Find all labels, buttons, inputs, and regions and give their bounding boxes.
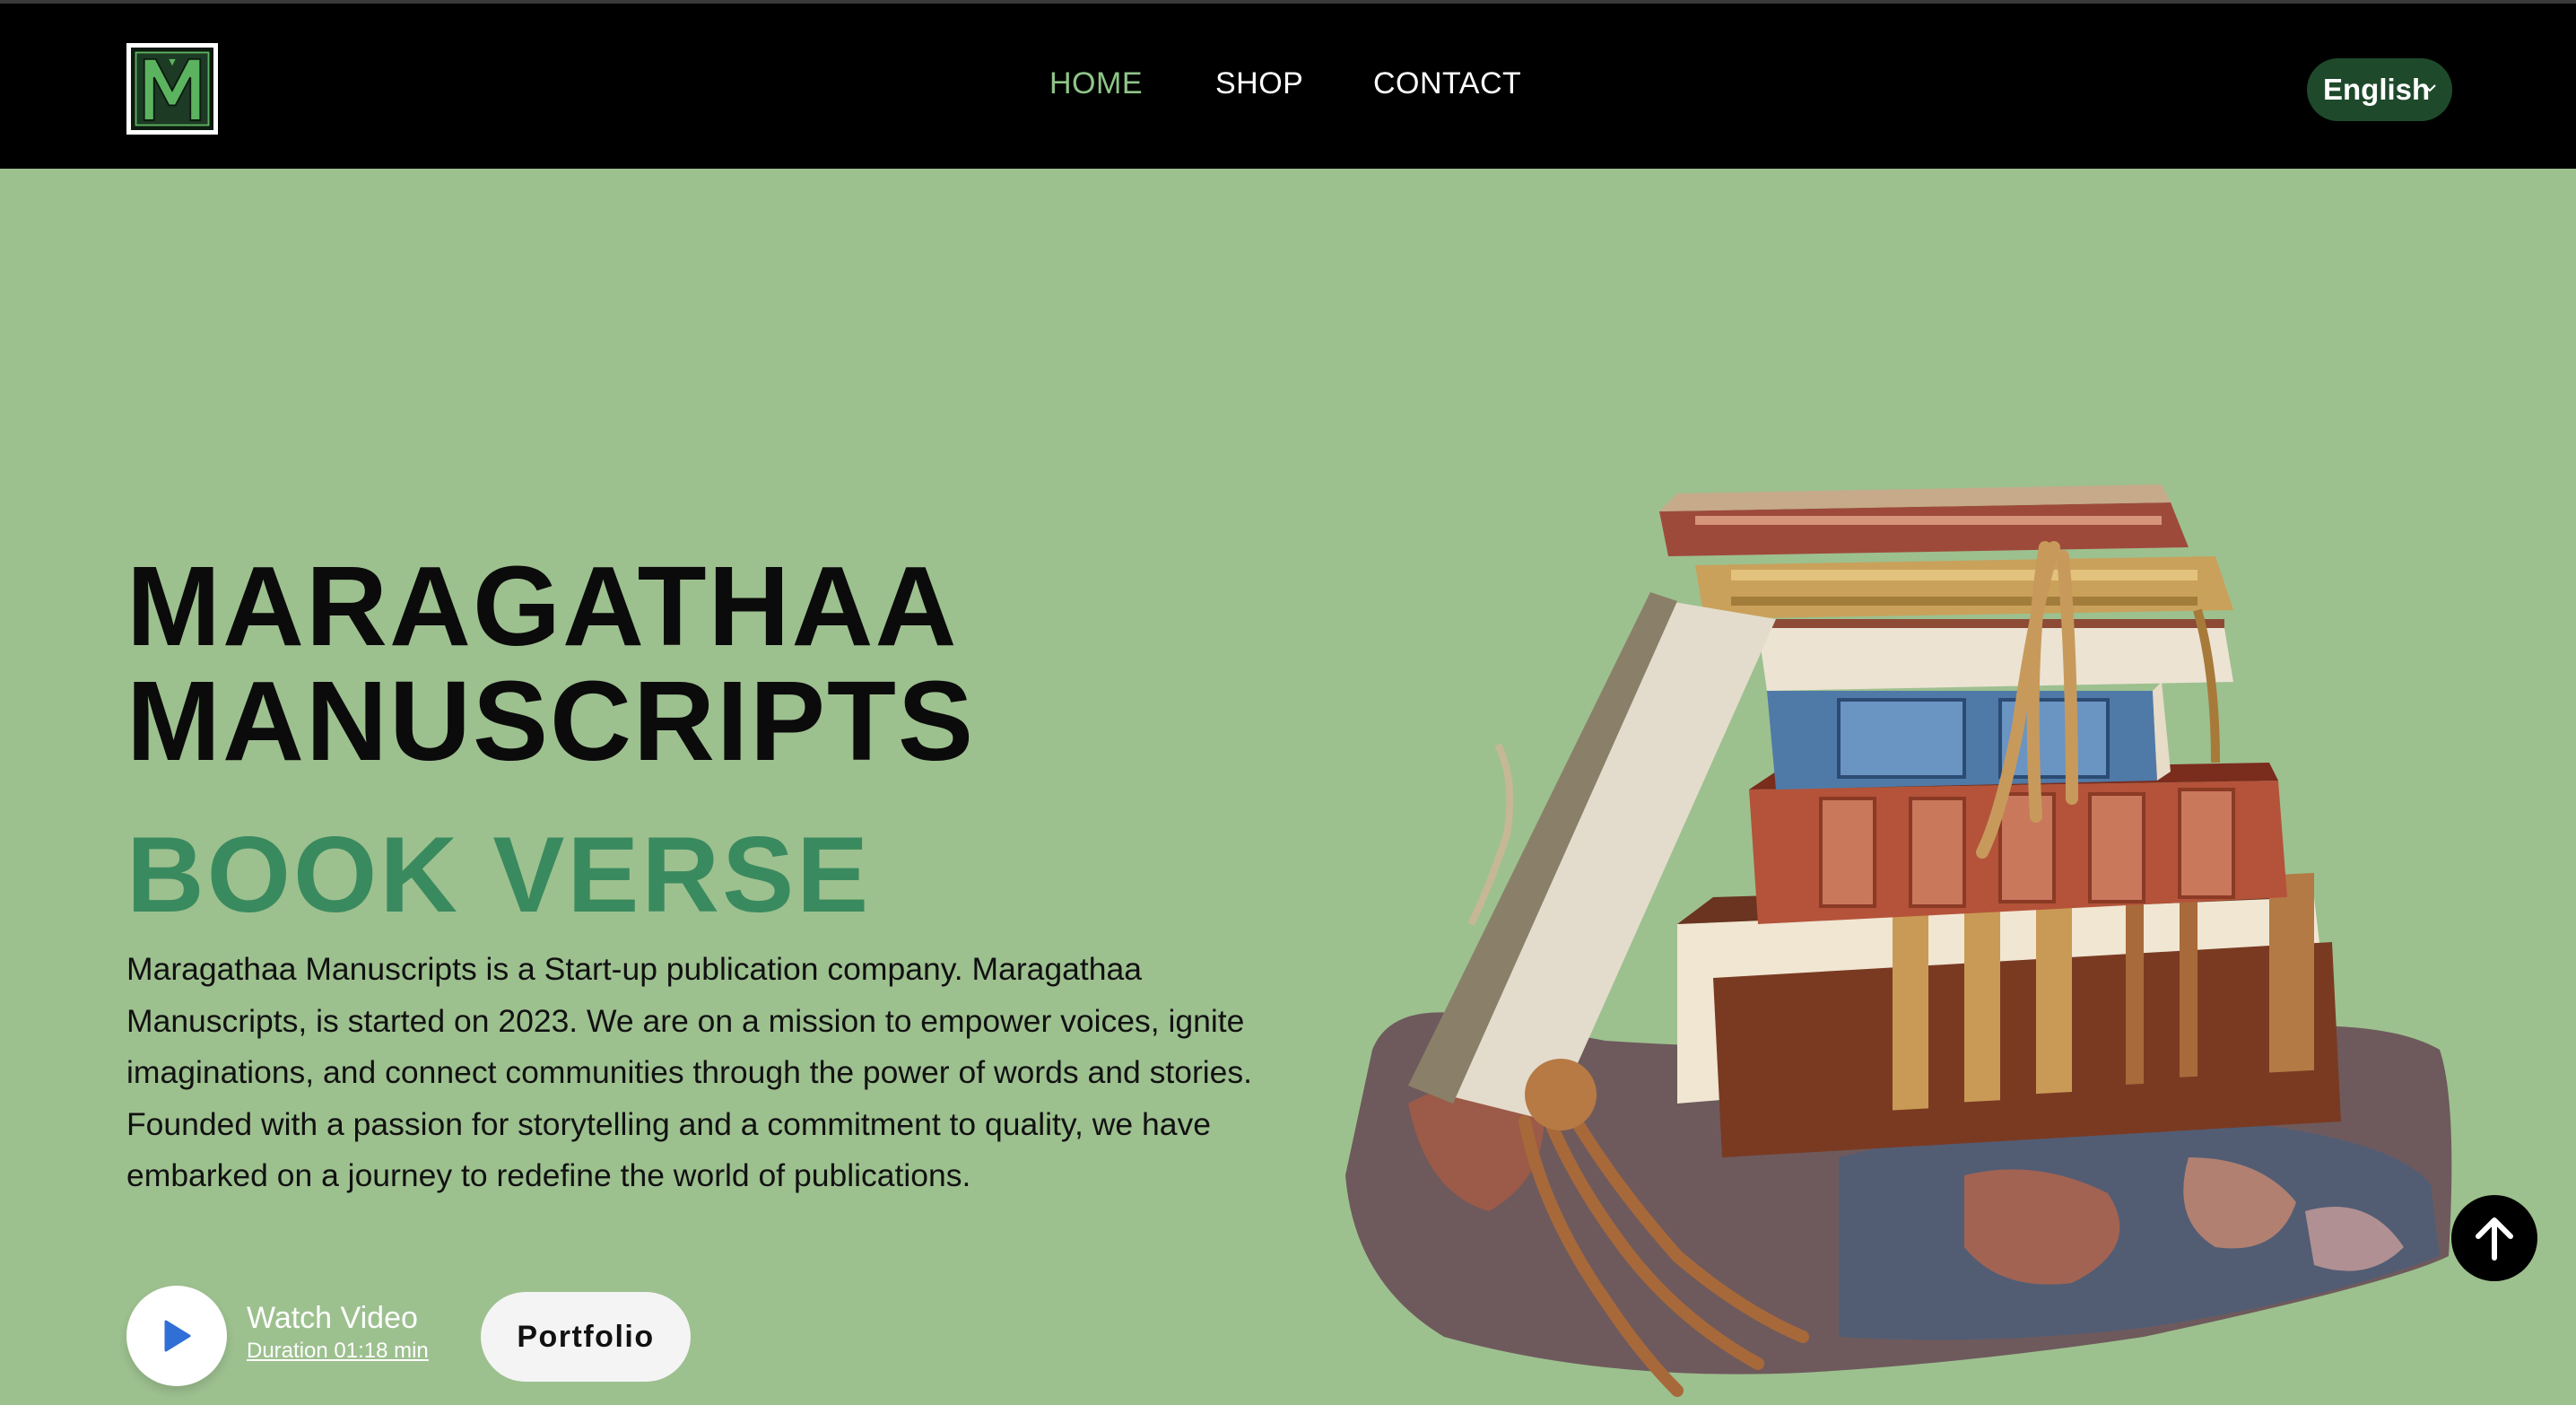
scroll-to-top-button[interactable] <box>2451 1195 2537 1281</box>
hero-description: Maragathaa Manuscripts is a Start-up pub… <box>126 951 1253 1193</box>
site-header: HOME SHOP CONTACT English <box>0 0 2576 169</box>
hero-title-line1: MARAGATHAA <box>126 543 959 669</box>
portfolio-button[interactable]: Portfolio <box>481 1292 691 1382</box>
hero-subtitle: BOOK VERSE <box>126 815 872 935</box>
watch-video-label[interactable]: Watch Video <box>247 1301 418 1336</box>
chevron-down-icon <box>2424 84 2436 92</box>
language-selected: English <box>2323 73 2431 106</box>
play-video-button[interactable] <box>126 1286 227 1386</box>
stack-of-books-illustration <box>1345 484 2452 1397</box>
nav-contact[interactable]: CONTACT <box>1373 66 1521 101</box>
play-icon <box>164 1320 191 1352</box>
language-selector[interactable]: English <box>2307 58 2452 121</box>
main-nav: HOME SHOP CONTACT <box>0 66 2576 111</box>
arrow-up-icon <box>2476 1217 2513 1261</box>
video-duration-link[interactable]: Duration 01:18 min <box>247 1339 429 1364</box>
nav-shop[interactable]: SHOP <box>1215 66 1303 101</box>
nav-home[interactable]: HOME <box>1049 66 1143 101</box>
hero-title-line2: MANUSCRIPTS <box>126 658 976 784</box>
hero-title: MARAGATHAA MANUSCRIPTS <box>126 549 975 779</box>
